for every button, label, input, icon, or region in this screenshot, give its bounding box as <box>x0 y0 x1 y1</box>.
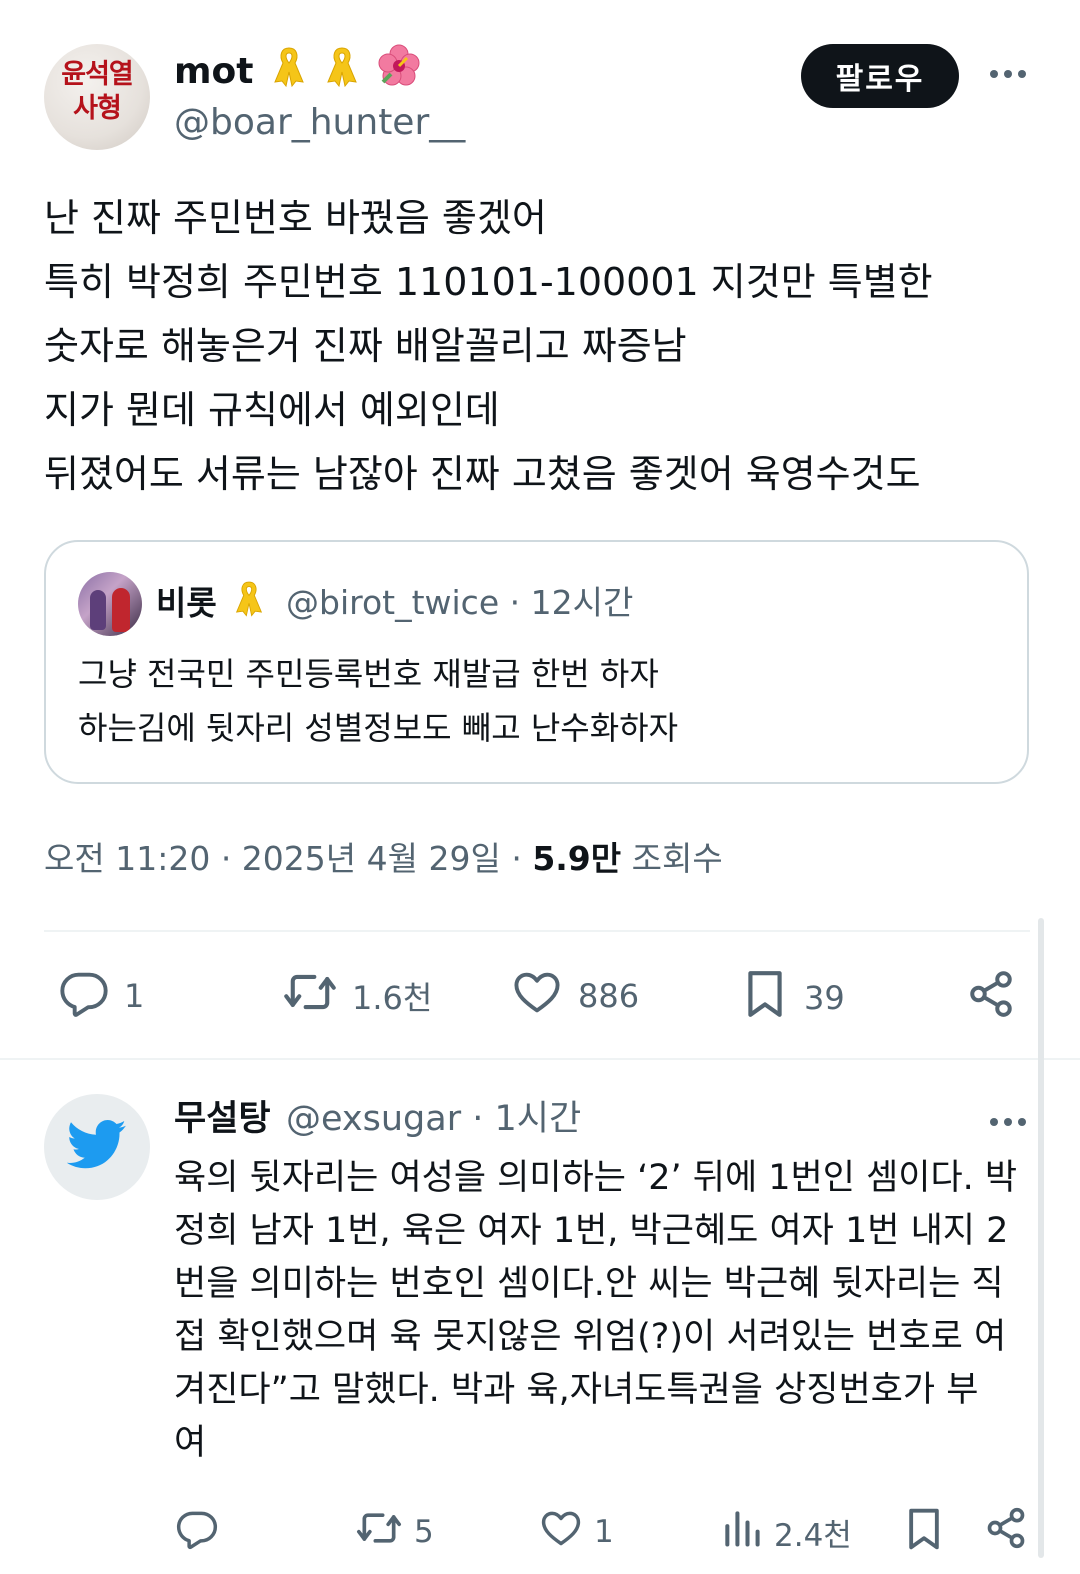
reply-like-button[interactable]: 1 <box>538 1506 614 1558</box>
yellow-ribbon-icon <box>272 44 306 102</box>
author-name-row[interactable]: mot <box>174 44 421 102</box>
reply-author-avatar[interactable] <box>44 1094 150 1200</box>
author-avatar[interactable]: 윤석열 사형 <box>44 44 150 150</box>
tweet-text: 난 진짜 주민번호 바꿨음 좋겠어 특히 박정희 주민번호 110101-100… <box>44 186 1034 506</box>
reply-meta: @exsugar · 1시간 <box>286 1099 582 1139</box>
divider <box>0 1058 1080 1060</box>
like-button[interactable]: 886 <box>510 966 639 1026</box>
reply-time[interactable]: 1시간 <box>495 1099 582 1139</box>
share-icon <box>984 1506 1028 1558</box>
tweet-time[interactable]: 오전 11:20 <box>44 839 210 878</box>
reply-line: 번을 의미하는 번호인 셈이다.안 씨는 박근혜 뒷자리는 직 <box>174 1264 1004 1304</box>
reply-retweet-button[interactable]: 5 <box>354 1506 434 1558</box>
tweet-line: 특히 박정희 주민번호 110101-100001 지것만 특별한 <box>44 260 933 304</box>
twitter-bird-icon <box>66 1120 127 1174</box>
tweet-line: 뒤졌어도 서류는 남잖아 진짜 고쳤음 좋겟어 육영수것도 <box>44 452 921 496</box>
reply-like-count: 1 <box>594 1514 614 1550</box>
reply-bookmark-button[interactable] <box>902 1504 946 1562</box>
reply-retweet-count: 5 <box>414 1514 434 1550</box>
bookmark-icon <box>902 1504 946 1562</box>
tweet-line: 숫자로 해놓은거 진짜 배알꼴리고 짜증남 <box>44 324 687 368</box>
reply-line: 정희 남자 1번, 육은 여자 1번, 박근혜도 여자 1번 내지 2 <box>174 1211 1009 1251</box>
reply-author-handle[interactable]: @exsugar <box>286 1099 461 1139</box>
author-handle[interactable]: @boar_hunter__ <box>174 98 465 148</box>
tweet-date[interactable]: 2025년 4월 29일 <box>242 839 501 878</box>
retweet-icon <box>282 966 338 1026</box>
bookmark-icon <box>740 966 790 1030</box>
quoted-line: 하는김에 뒷자리 성별정보도 빼고 난수화하자 <box>78 709 679 747</box>
quoted-time: 12시간 <box>530 583 634 622</box>
reply-icon <box>58 966 110 1026</box>
share-button[interactable] <box>966 968 1016 1028</box>
retweet-count: 1.6천 <box>352 979 433 1017</box>
bookmark-button[interactable]: 39 <box>740 966 845 1030</box>
follow-button[interactable]: 팔로우 <box>801 44 959 108</box>
yellow-ribbon-icon <box>234 578 264 632</box>
reply-line: 접 확인했으며 육 못지않은 위엄(?)이 서려있는 번호로 여 <box>174 1317 1007 1357</box>
quoted-tweet-card[interactable]: 비롯 @birot_twice · 12시간 그냥 전국민 주민등록번호 재발급… <box>44 540 1029 784</box>
reply-count: 1 <box>124 977 145 1015</box>
reply-view-count: 2.4천 <box>774 1517 852 1554</box>
share-icon <box>966 968 1016 1028</box>
reply-line: 육의 뒷자리는 여성을 의미하는 ‘2’ 뒤에 1번인 셈이다. 박 <box>174 1158 1018 1198</box>
quoted-author-name-row: 비롯 <box>156 578 264 632</box>
analytics-bar-icon <box>720 1506 764 1558</box>
author-name[interactable]: mot <box>174 51 253 92</box>
retweet-icon <box>354 1506 404 1558</box>
reply-line: 겨진다”고 말했다. 박과 육,자녀도특권을 상징번호가 부 <box>174 1370 979 1410</box>
quoted-line: 그냥 전국민 주민등록번호 재발급 한번 하자 <box>78 655 659 693</box>
quoted-tweet-text: 그냥 전국민 주민등록번호 재발급 한번 하자 하는김에 뒷자리 성별정보도 빼… <box>78 647 678 755</box>
divider <box>44 930 1030 932</box>
like-count: 886 <box>578 977 640 1015</box>
reply-button[interactable]: 1 <box>58 966 144 1026</box>
bookmark-count: 39 <box>804 979 845 1017</box>
retweet-button[interactable]: 1.6천 <box>282 966 432 1026</box>
reply-author-name[interactable]: 무설탕 <box>174 1094 271 1144</box>
reply-reply-button[interactable] <box>174 1506 220 1558</box>
tweet-meta: 오전 11:20 · 2025년 4월 29일 · 5.9만 조회수 <box>44 839 723 878</box>
reply-icon <box>174 1506 220 1558</box>
reply-share-button[interactable] <box>984 1506 1028 1558</box>
heart-icon <box>510 966 564 1026</box>
reply-text: 육의 뒷자리는 여성을 의미하는 ‘2’ 뒤에 1번인 셈이다. 박 정희 남자… <box>174 1152 1034 1470</box>
tweet-line: 난 진짜 주민번호 바꿨음 좋겠어 <box>44 196 547 240</box>
reply-views-button[interactable]: 2.4천 <box>720 1506 852 1558</box>
quoted-author-avatar <box>78 572 142 636</box>
quoted-author-name: 비롯 <box>156 583 217 623</box>
heart-icon <box>538 1506 584 1558</box>
view-count: 5.9만 <box>532 839 622 878</box>
scrollbar[interactable] <box>1038 918 1044 1558</box>
tweet-line: 지가 뭔데 규칙에서 예외인데 <box>44 388 500 432</box>
yellow-ribbon-icon <box>325 44 359 102</box>
hibiscus-flower-icon <box>377 44 421 102</box>
quoted-meta: @birot_twice · 12시간 <box>286 583 634 622</box>
avatar-seal-text: 윤석열 사형 <box>61 59 134 124</box>
reply-more-options-icon[interactable] <box>985 1104 1031 1140</box>
more-options-icon[interactable] <box>985 56 1031 92</box>
reply-line: 여 <box>174 1423 207 1463</box>
quoted-author-handle: @birot_twice <box>286 583 500 622</box>
view-label: 조회수 <box>631 839 723 878</box>
